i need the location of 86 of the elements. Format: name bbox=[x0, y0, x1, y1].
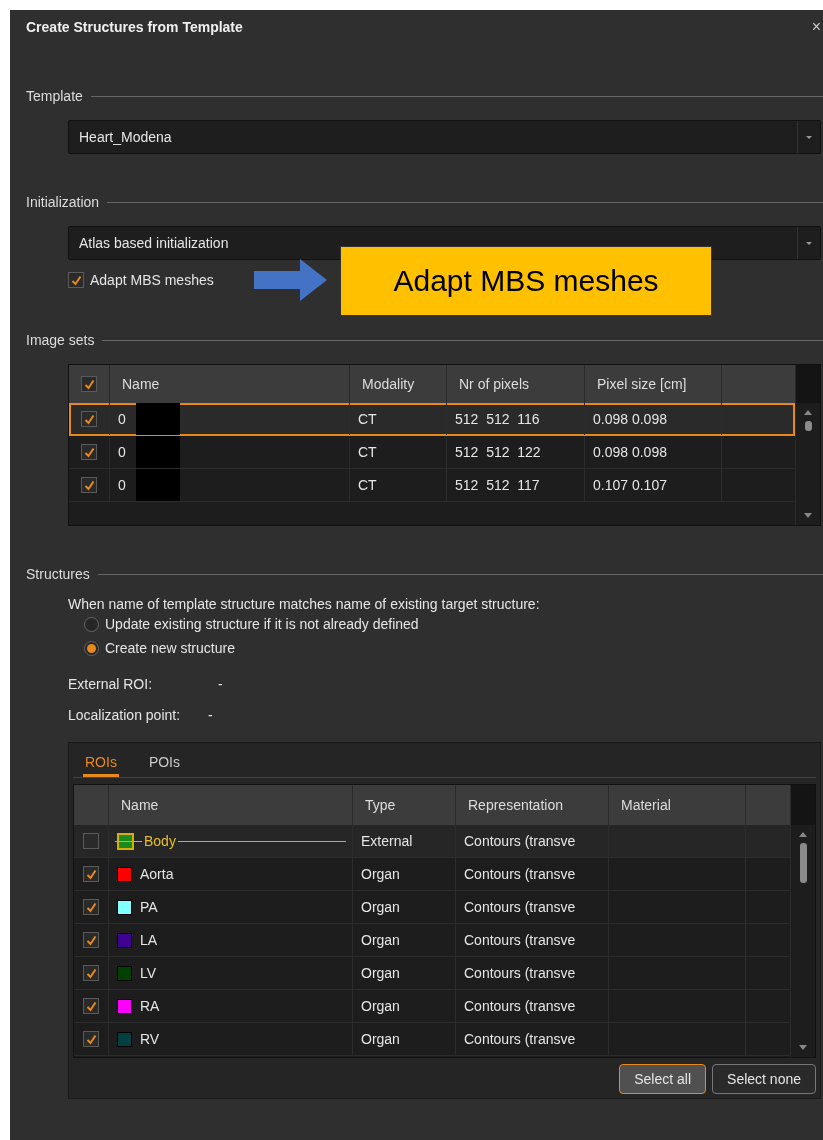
table-cell: Organ bbox=[352, 1023, 455, 1055]
checkbox[interactable] bbox=[83, 833, 99, 849]
section-label: Initialization bbox=[26, 194, 100, 210]
table-cell: RV bbox=[140, 1031, 160, 1047]
table-row[interactable]: Body External Contours (transve bbox=[74, 825, 790, 858]
table-cell: External bbox=[352, 825, 455, 857]
table-cell: Contours (transve bbox=[455, 825, 608, 857]
radio-label: Create new structure bbox=[105, 640, 235, 656]
table-cell: 512 512 122 bbox=[446, 436, 584, 468]
table-cell: CT bbox=[349, 436, 446, 468]
select-button[interactable]: Select all bbox=[619, 1064, 707, 1094]
scroll-down-icon[interactable] bbox=[804, 513, 812, 519]
table-cell: CT bbox=[349, 469, 446, 501]
template-dropdown[interactable]: Heart_Modena bbox=[68, 120, 821, 154]
arrow-icon bbox=[254, 257, 328, 303]
table-row[interactable]: 0 CT 512 512 116 0.098 0.098 bbox=[69, 403, 795, 436]
field-value: - bbox=[218, 675, 224, 692]
table-cell: CT bbox=[349, 403, 446, 435]
checkbox[interactable] bbox=[81, 411, 97, 427]
checkbox[interactable] bbox=[81, 477, 97, 493]
tab[interactable]: POIs bbox=[146, 754, 182, 777]
table-cell: 0.098 0.098 bbox=[584, 436, 721, 468]
table-row[interactable]: RV Organ Contours (transve bbox=[74, 1023, 790, 1056]
checkbox[interactable] bbox=[83, 965, 99, 981]
table-cell: Contours (transve bbox=[455, 924, 608, 956]
table-cell: LA bbox=[140, 932, 158, 948]
table-row[interactable]: RA Organ Contours (transve bbox=[74, 990, 790, 1023]
scroll-up-icon[interactable] bbox=[799, 831, 807, 837]
table-row[interactable]: Aorta Organ Contours (transve bbox=[74, 858, 790, 891]
scroll-thumb[interactable] bbox=[799, 843, 807, 883]
tab[interactable]: ROIs bbox=[83, 754, 119, 777]
table-cell: Contours (transve bbox=[455, 990, 608, 1022]
question-text: When name of template structure matches name of existing target structure: bbox=[68, 596, 541, 612]
table-cell: 0.098 0.098 bbox=[584, 403, 721, 435]
section-label: Structures bbox=[26, 566, 90, 582]
checkbox[interactable] bbox=[81, 376, 97, 392]
table-row[interactable]: LA Organ Contours (transve bbox=[74, 924, 790, 957]
dialog-title: Create Structures from Template bbox=[26, 19, 243, 35]
scrollbar[interactable] bbox=[795, 365, 820, 525]
close-button[interactable]: × bbox=[811, 18, 821, 36]
table-cell: Contours (transve bbox=[455, 891, 608, 923]
table-cell: Contours (transve bbox=[455, 957, 608, 989]
field-label: Localization point: bbox=[68, 706, 182, 723]
table-cell: Contours (transve bbox=[455, 858, 608, 890]
table-cell: RA bbox=[140, 998, 160, 1014]
checkbox[interactable] bbox=[68, 272, 84, 288]
table-cell: 512 512 116 bbox=[446, 403, 584, 435]
radio-button[interactable] bbox=[84, 640, 99, 656]
checkbox[interactable] bbox=[83, 866, 99, 882]
table-cell: Organ bbox=[352, 957, 455, 989]
checkbox[interactable] bbox=[83, 932, 99, 948]
checkbox-label: Adapt MBS meshes bbox=[90, 272, 214, 288]
select-button[interactable]: Select none bbox=[712, 1064, 816, 1094]
table-row[interactable]: 0 CT 512 512 122 0.098 0.098 bbox=[69, 436, 795, 469]
checkbox[interactable] bbox=[83, 899, 99, 915]
checkbox[interactable] bbox=[83, 998, 99, 1014]
table-cell: 0.107 0.107 bbox=[584, 469, 721, 501]
checkbox[interactable] bbox=[81, 444, 97, 460]
table-cell: LV bbox=[140, 965, 157, 981]
table-cell: PA bbox=[140, 899, 158, 915]
radio-label: Update existing structure if it is not already defined bbox=[105, 616, 419, 632]
field-label: External ROI: bbox=[68, 675, 154, 692]
section-label: Image sets bbox=[26, 332, 95, 348]
table-row[interactable]: 0 CT 512 512 117 0.107 0.107 bbox=[69, 469, 795, 502]
table-cell: Organ bbox=[352, 858, 455, 890]
checkbox[interactable] bbox=[83, 1031, 99, 1047]
table-cell: Contours (transve bbox=[455, 1023, 608, 1055]
table-cell: Organ bbox=[352, 891, 455, 923]
table-row[interactable]: LV Organ Contours (transve bbox=[74, 957, 790, 990]
table-row[interactable]: PA Organ Contours (transve bbox=[74, 891, 790, 924]
table-cell: 0 bbox=[118, 477, 126, 493]
scroll-down-icon[interactable] bbox=[799, 1045, 807, 1051]
table-cell: Organ bbox=[352, 990, 455, 1022]
table-cell: Organ bbox=[352, 924, 455, 956]
scroll-up-icon[interactable] bbox=[804, 409, 812, 415]
table-cell: Body bbox=[142, 833, 178, 849]
scroll-thumb[interactable] bbox=[804, 421, 812, 431]
callout-label: Adapt MBS meshes bbox=[340, 246, 712, 316]
table-cell: 0 bbox=[118, 411, 126, 427]
field-value: - bbox=[208, 706, 214, 723]
section-label: Template bbox=[26, 88, 83, 104]
table-cell: Aorta bbox=[140, 866, 174, 882]
table-cell: 0 bbox=[118, 444, 126, 460]
scrollbar[interactable] bbox=[790, 785, 815, 1057]
table-cell: 512 512 117 bbox=[446, 469, 584, 501]
radio-button[interactable] bbox=[84, 616, 99, 632]
